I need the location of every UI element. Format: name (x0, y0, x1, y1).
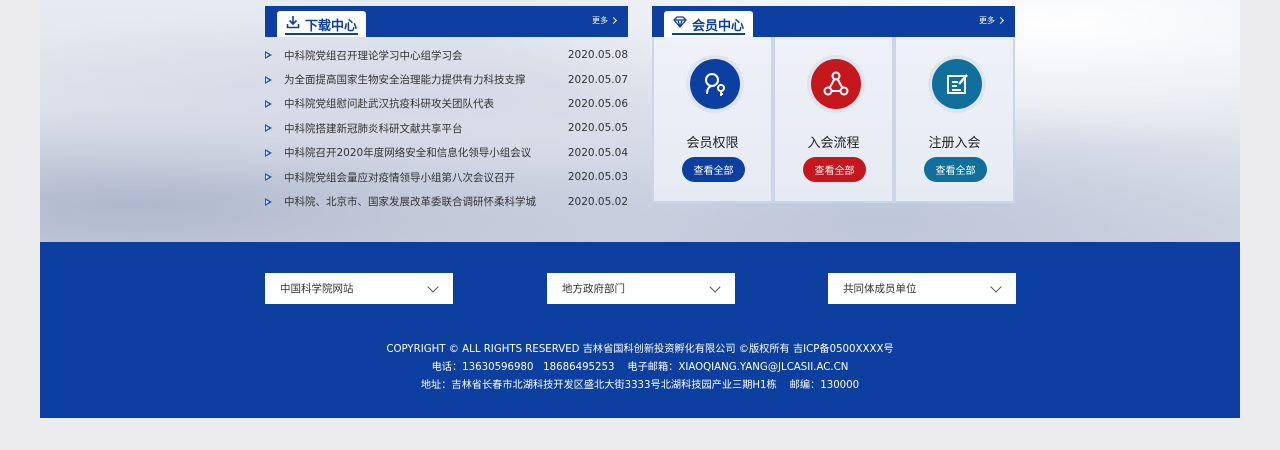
view-all-button[interactable]: 查看全部 (803, 157, 866, 182)
diamond-icon (673, 16, 687, 32)
more-label: 更多 (979, 16, 995, 25)
select-value: 中国科学院网站 (280, 283, 354, 295)
list-item-title[interactable]: 中科院召开2020年度网络安全和信息化领导小组会议 (284, 145, 568, 160)
member-more-link[interactable]: 更多 (979, 15, 1005, 26)
chevron-down-icon (427, 281, 439, 293)
download-center-header: 下载中心 更多 (265, 6, 628, 37)
footer: 中国科学院网站 地方政府部门 共同体成员单位 COPYRIGHT © ALL R… (40, 242, 1240, 418)
chevron-down-icon (990, 281, 1002, 293)
play-arrow-icon (265, 197, 272, 206)
tab-member-center[interactable]: 会员中心 (664, 11, 754, 37)
local-government-select[interactable]: 地方政府部门 (547, 273, 735, 304)
card-label: 注册入会 (928, 136, 981, 151)
card-label: 入会流程 (807, 136, 860, 151)
community-members-select[interactable]: 共同体成员单位 (828, 273, 1016, 304)
list-item[interactable]: 中科院、北京市、国家发展改革委联合调研怀柔科学城 2020.05.02 (265, 189, 628, 213)
tab-underline (285, 33, 359, 35)
list-item-title[interactable]: 中科院党组会量应对疫情领导小组第八次会议召开 (284, 170, 568, 185)
play-arrow-icon (265, 124, 272, 133)
list-item-date: 2020.05.07 (567, 73, 628, 86)
list-item-title[interactable]: 中科院、北京市、国家发展改革委联合调研怀柔科学城 (284, 194, 568, 209)
more-label: 更多 (592, 16, 608, 25)
select-value: 共同体成员单位 (843, 283, 917, 295)
list-item-date: 2020.05.03 (567, 171, 628, 184)
play-arrow-icon (265, 148, 272, 157)
list-item[interactable]: 中科院召开2020年度网络安全和信息化领导小组会议 2020.05.04 (265, 141, 628, 165)
view-all-button[interactable]: 查看全部 (682, 157, 745, 182)
list-item[interactable]: 中科院党组慰问赴武汉抗疫科研攻关团队代表 2020.05.06 (265, 92, 628, 116)
list-item[interactable]: 中科院党组会量应对疫情领导小组第八次会议召开 2020.05.03 (265, 165, 628, 189)
icon-ring (928, 55, 986, 113)
chevron-right-icon (609, 16, 618, 25)
process-network-icon (811, 59, 861, 109)
card-label: 会员权限 (686, 136, 739, 151)
list-item-title[interactable]: 中科院党组召开理论学习中心组学习会 (284, 48, 568, 63)
list-item-title[interactable]: 中科院党组慰问赴武汉抗疫科研攻关团队代表 (284, 96, 568, 111)
list-item[interactable]: 中科院搭建新冠肺炎科研文献共享平台 2020.05.05 (265, 116, 628, 140)
list-item-date: 2020.05.08 (567, 49, 628, 62)
play-arrow-icon (265, 75, 272, 84)
icon-ring (807, 55, 865, 113)
member-card-register: 注册入会 查看全部 (894, 37, 1015, 203)
download-list: 中科院党组召开理论学习中心组学习会 2020.05.08 为全面提高国家生物安全治… (265, 43, 628, 214)
list-item-date: 2020.05.04 (567, 146, 628, 159)
member-center-header: 会员中心 更多 (652, 6, 1015, 37)
member-card-permissions: 会员权限 查看全部 (652, 37, 773, 203)
view-all-button[interactable]: 查看全部 (924, 157, 987, 182)
address-text: 地址：吉林省长春市北湖科技开发区盛北大街3333号北湖科技园产业三期H1栋 邮编… (420, 380, 860, 391)
member-card-process: 入会流程 查看全部 (773, 37, 894, 203)
download-more-link[interactable]: 更多 (592, 15, 618, 26)
member-center-title: 会员中心 (692, 18, 745, 34)
list-item-date: 2020.05.05 (567, 122, 628, 135)
play-arrow-icon (265, 51, 272, 60)
list-item-title[interactable]: 中科院搭建新冠肺炎科研文献共享平台 (284, 121, 568, 136)
register-edit-icon (932, 59, 982, 109)
tab-download-center[interactable]: 下载中心 (277, 11, 367, 37)
copyright-text: COPYRIGHT © ALL RIGHTS RESERVED 吉林省国科创新投… (386, 344, 894, 355)
list-item[interactable]: 中科院党组召开理论学习中心组学习会 2020.05.08 (265, 43, 628, 67)
download-center-title: 下载中心 (305, 18, 358, 34)
content-section: 下载中心 更多 中科院党组召开理论学习中心组学习会 2020.05.08 为全面提… (40, 0, 1240, 242)
contact-text: 电话：13630596980 18686495253 电子邮箱：XIAOQIAN… (431, 362, 849, 373)
icon-ring (686, 55, 744, 113)
list-item[interactable]: 为全面提高国家生物安全治理能力提供有力科技支撑 2020.05.07 (265, 67, 628, 91)
page: 下载中心 更多 中科院党组召开理论学习中心组学习会 2020.05.08 为全面提… (40, 0, 1240, 418)
play-arrow-icon (265, 173, 272, 182)
play-arrow-icon (265, 99, 272, 108)
member-cards: 会员权限 查看全部 入会流程 查看全部 注册入会 查看全部 (652, 37, 1015, 203)
list-item-date: 2020.05.06 (567, 97, 628, 110)
chevron-right-icon (996, 16, 1005, 25)
select-value: 地方政府部门 (562, 283, 625, 295)
cas-websites-select[interactable]: 中国科学院网站 (265, 273, 453, 304)
download-icon (286, 15, 300, 33)
list-item-title[interactable]: 为全面提高国家生物安全治理能力提供有力科技支撑 (284, 72, 568, 87)
tab-underline (672, 33, 746, 35)
list-item-date: 2020.05.02 (567, 195, 628, 208)
link-selects: 中国科学院网站 地方政府部门 共同体成员单位 (40, 273, 1240, 304)
chevron-down-icon (709, 281, 721, 293)
key-person-icon (690, 59, 740, 109)
